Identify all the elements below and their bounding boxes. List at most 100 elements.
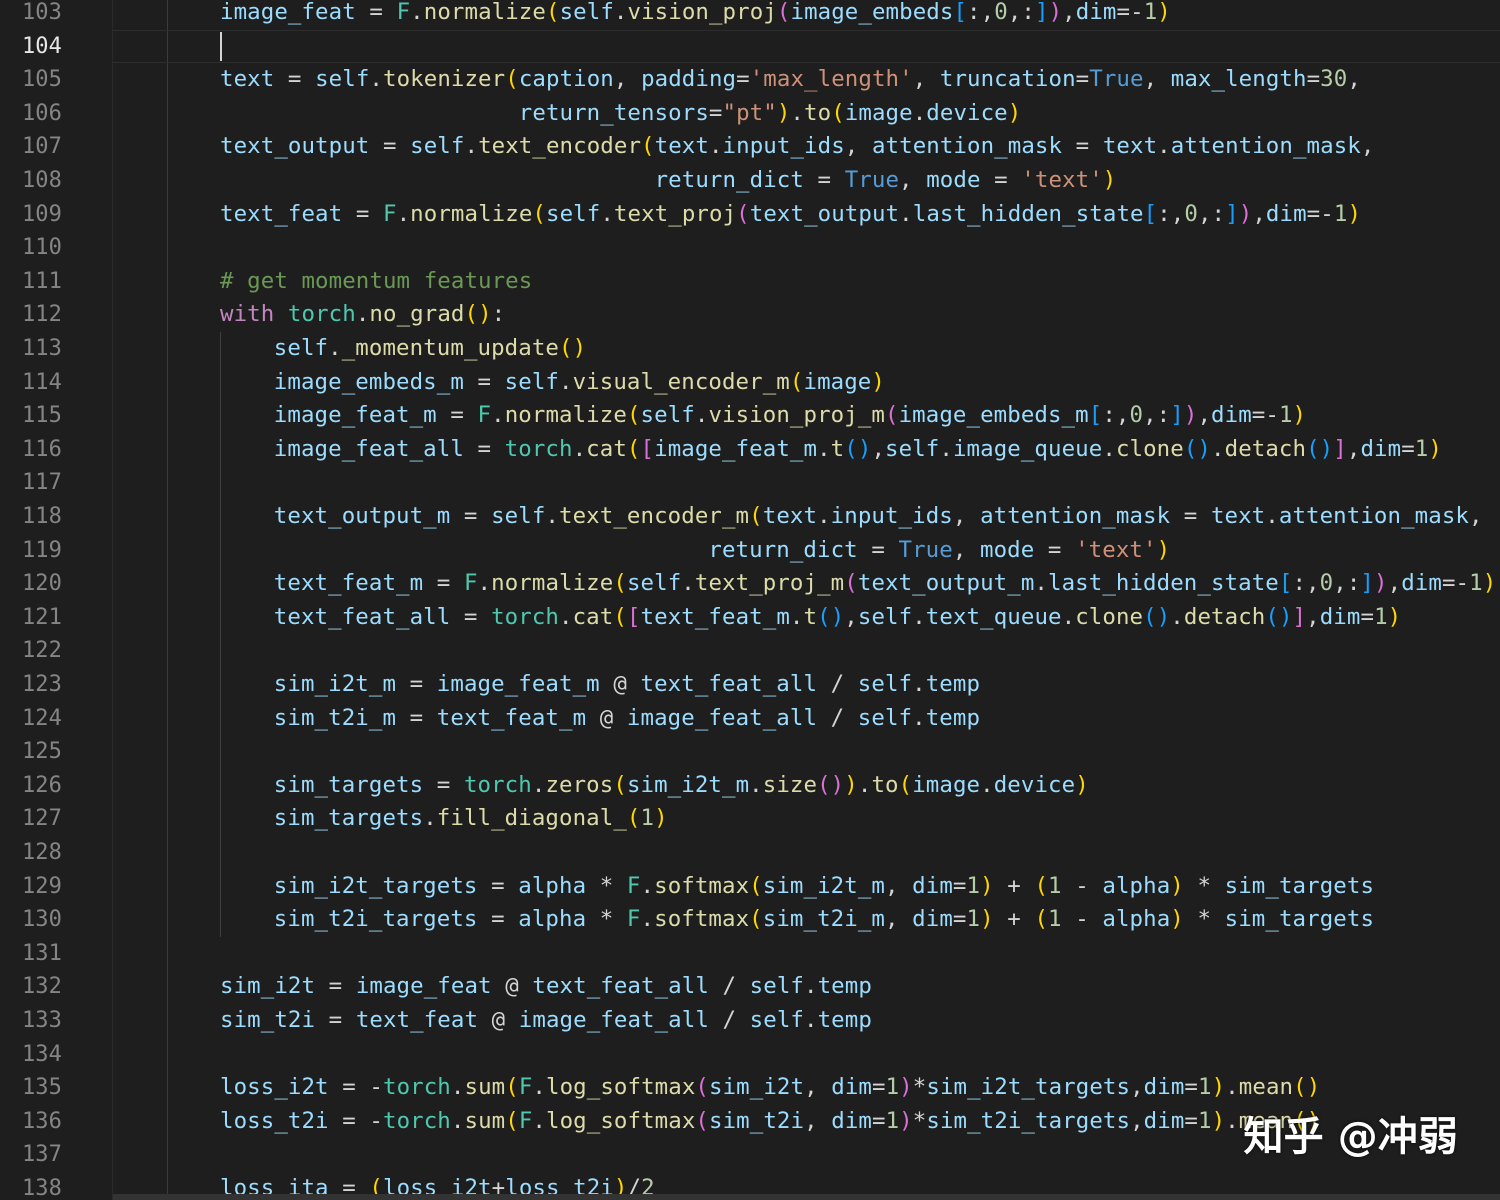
- code-line[interactable]: sim_i2t = image_feat @ text_feat_all / s…: [220, 970, 872, 1004]
- code-line[interactable]: sim_targets.fill_diagonal_(1): [274, 802, 668, 836]
- code-line[interactable]: image_feat_m = F.normalize(self.vision_p…: [274, 399, 1306, 433]
- code-line[interactable]: text_output_m = self.text_encoder_m(text…: [274, 500, 1483, 534]
- code-token: no_grad: [369, 301, 465, 328]
- code-token: .: [450, 1107, 465, 1134]
- code-token: ,: [1130, 1107, 1144, 1134]
- code-token: 0: [1184, 200, 1198, 227]
- line-number: 120: [21, 571, 62, 597]
- code-token: sim_t2i_m: [273, 704, 397, 731]
- code-line[interactable]: sim_t2i = text_feat @ image_feat_all / s…: [220, 1004, 872, 1038]
- code-token: 'max_length': [749, 66, 913, 93]
- code-line[interactable]: text_feat = F.normalize(self.text_proj(t…: [220, 198, 1361, 232]
- code-token: :,: [1102, 402, 1130, 429]
- code-token: self: [640, 402, 695, 429]
- code-token: text_feat_all: [273, 603, 451, 630]
- code-token: normalize: [410, 200, 533, 227]
- code-line[interactable]: sim_targets = torch.zeros(sim_i2t_m.size…: [274, 769, 1089, 803]
- line-number: 123: [21, 672, 62, 697]
- code-token: .: [613, 0, 628, 25]
- code-line[interactable]: loss_t2i = -torch.sum(F.log_softmax(sim_…: [220, 1105, 1320, 1139]
- code-token: text_feat_m: [436, 704, 587, 731]
- code-token: =-: [1441, 570, 1470, 597]
- code-token: ): [1428, 435, 1442, 462]
- code-token: .: [912, 603, 926, 630]
- code-token: @: [599, 671, 641, 697]
- code-token: normalize: [423, 0, 546, 25]
- code-line[interactable]: self._momentum_update(): [274, 332, 586, 366]
- code-token: ): [1075, 771, 1089, 798]
- code-line[interactable]: image_embeds_m = self.visual_encoder_m(i…: [274, 366, 885, 400]
- code-token: self: [546, 200, 601, 227]
- code-line[interactable]: # get momentum features: [220, 265, 532, 299]
- code-token: .: [410, 0, 424, 25]
- code-token: ,: [1347, 66, 1361, 93]
- code-token: +: [993, 872, 1035, 899]
- code-token: text_proj_m: [694, 570, 845, 597]
- code-token: (: [749, 503, 763, 529]
- line-number: 107: [21, 134, 62, 160]
- code-token: .: [980, 771, 994, 798]
- code-token: .: [912, 671, 926, 697]
- code-token: (: [898, 771, 913, 798]
- code-token: (: [831, 99, 845, 126]
- code-token: [: [1088, 402, 1103, 429]
- line-number: 104: [21, 33, 62, 59]
- code-token: ): [899, 1074, 913, 1101]
- code-line[interactable]: return_dict = True, mode = 'text'): [220, 164, 1117, 198]
- code-token: ,: [1062, 0, 1076, 25]
- code-line[interactable]: return_dict = True, mode = 'text'): [274, 534, 1170, 568]
- line-number: 108: [21, 168, 62, 193]
- code-token: sim_targets: [1224, 906, 1375, 933]
- code-token: (: [613, 570, 627, 597]
- code-token: fill_diagonal_: [436, 805, 627, 832]
- code-token: dim: [1075, 0, 1117, 25]
- code-token: =: [342, 200, 383, 227]
- code-token: F: [463, 570, 478, 597]
- code-token: self: [885, 435, 940, 462]
- code-line[interactable]: sim_i2t_targets = alpha * F.softmax(sim_…: [274, 870, 1374, 904]
- code-line[interactable]: with torch.no_grad():: [220, 298, 505, 332]
- code-token: dim: [831, 1074, 872, 1101]
- code-token: image_feat_all: [273, 435, 464, 462]
- code-line[interactable]: sim_i2t_m = image_feat_m @ text_feat_all…: [274, 668, 980, 702]
- line-number: 124: [21, 705, 62, 731]
- code-line[interactable]: return_tensors="pt").to(image.device): [220, 97, 1021, 131]
- code-token: ,: [1197, 402, 1212, 429]
- code-token: image_feat: [355, 973, 492, 1000]
- horizontal-scrollbar[interactable]: [113, 1194, 1500, 1200]
- code-line[interactable]: loss_i2t = -torch.sum(F.log_softmax(sim_…: [220, 1071, 1320, 1105]
- code-editor[interactable]: 103 104 105 106 107 108 109 110 111 112 113 114 115 1…: [0, 0, 1500, 1200]
- line-number: 105: [21, 67, 62, 93]
- code-token: self: [626, 570, 682, 597]
- code-area[interactable]: image_feat = F.normalize(self.vision_pro…: [113, 0, 1500, 1200]
- code-token: vision_proj: [627, 0, 777, 25]
- code-token: =: [708, 99, 723, 126]
- code-token: sim_targets: [1224, 872, 1375, 899]
- code-token: +: [993, 906, 1035, 933]
- code-line[interactable]: text_output = self.text_encoder(text.inp…: [220, 130, 1374, 164]
- code-token: dim: [1143, 1074, 1185, 1101]
- code-token: ,: [844, 133, 872, 160]
- code-line[interactable]: sim_t2i_targets = alpha * F.softmax(sim_…: [274, 903, 1374, 937]
- code-token: text: [654, 133, 709, 160]
- code-token: /: [708, 973, 750, 1000]
- code-token: ,:: [1007, 0, 1035, 25]
- line-number: 131: [21, 940, 62, 966]
- code-token: (): [1265, 603, 1293, 630]
- code-token: (: [626, 402, 641, 429]
- code-token: ,: [952, 503, 981, 529]
- code-line[interactable]: text_feat_all = torch.cat([text_feat_m.t…: [274, 601, 1401, 635]
- code-token: /: [817, 704, 858, 731]
- code-token: (: [505, 66, 519, 93]
- line-number: 106: [21, 100, 62, 126]
- code-line[interactable]: image_feat = F.normalize(self.vision_pro…: [220, 0, 1171, 30]
- code-line[interactable]: text_feat_m = F.normalize(self.text_proj…: [274, 567, 1497, 601]
- code-line[interactable]: text = self.tokenizer(caption, padding='…: [220, 63, 1361, 97]
- code-line[interactable]: image_feat_all = torch.cat([image_feat_m…: [274, 433, 1442, 467]
- code-token: sim_i2t: [220, 973, 316, 1000]
- code-token: =: [396, 671, 437, 697]
- code-line[interactable]: sim_t2i_m = text_feat_m @ image_feat_all…: [274, 702, 980, 736]
- line-number-gutter[interactable]: 103 104 105 106 107 108 109 110 111 112 113 114 115 1…: [0, 0, 113, 1200]
- code-token: image_feat_m: [654, 435, 818, 462]
- code-token: ,: [885, 906, 913, 933]
